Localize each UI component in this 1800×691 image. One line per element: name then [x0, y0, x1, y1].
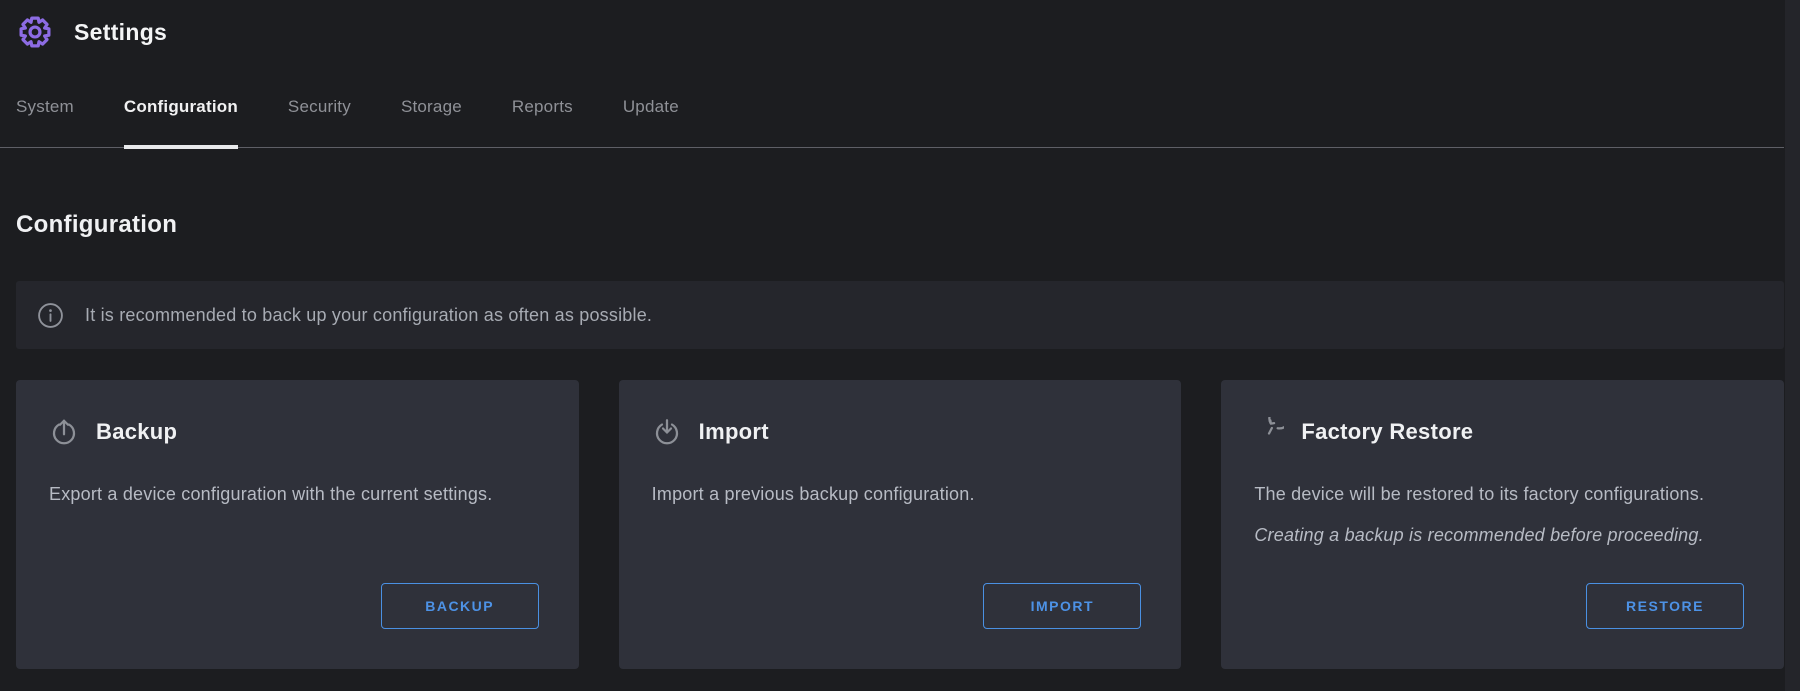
import-card-title: Import — [699, 419, 769, 445]
backup-button[interactable]: BACKUP — [381, 583, 539, 629]
timer-icon — [1254, 417, 1284, 447]
tab-bar: System Configuration Security Storage Re… — [0, 97, 1800, 149]
import-button[interactable]: IMPORT — [983, 583, 1141, 629]
restore-button[interactable]: RESTORE — [1586, 583, 1744, 629]
tab-configuration[interactable]: Configuration — [124, 97, 238, 149]
download-icon — [652, 417, 682, 447]
backup-card-title: Backup — [96, 419, 177, 445]
tab-reports[interactable]: Reports — [512, 97, 573, 149]
backup-card: Backup Export a device configuration wit… — [16, 380, 579, 669]
tab-storage[interactable]: Storage — [401, 97, 462, 149]
tab-update[interactable]: Update — [623, 97, 679, 149]
page-header: Settings — [0, 0, 1800, 51]
main-content: Configuration It is recommended to back … — [0, 211, 1800, 669]
info-icon — [37, 302, 64, 329]
factory-restore-card-description: The device will be restored to its facto… — [1254, 484, 1744, 505]
info-banner: It is recommended to back up your config… — [16, 281, 1784, 349]
factory-restore-card-note: Creating a backup is recommended before … — [1254, 525, 1744, 546]
factory-restore-card: Factory Restore The device will be resto… — [1221, 380, 1784, 669]
import-card: Import Import a previous backup configur… — [619, 380, 1182, 669]
factory-restore-card-title: Factory Restore — [1301, 419, 1473, 445]
tab-security[interactable]: Security — [288, 97, 351, 149]
import-card-description: Import a previous backup configuration. — [652, 484, 1142, 505]
upload-icon — [49, 417, 79, 447]
info-banner-text: It is recommended to back up your config… — [85, 305, 652, 326]
page-title: Settings — [74, 19, 167, 46]
backup-card-description: Export a device configuration with the c… — [49, 484, 539, 505]
settings-gear-icon — [16, 13, 54, 51]
cards-row: Backup Export a device configuration wit… — [16, 380, 1784, 669]
section-heading: Configuration — [16, 211, 1784, 239]
tab-system[interactable]: System — [16, 97, 74, 149]
